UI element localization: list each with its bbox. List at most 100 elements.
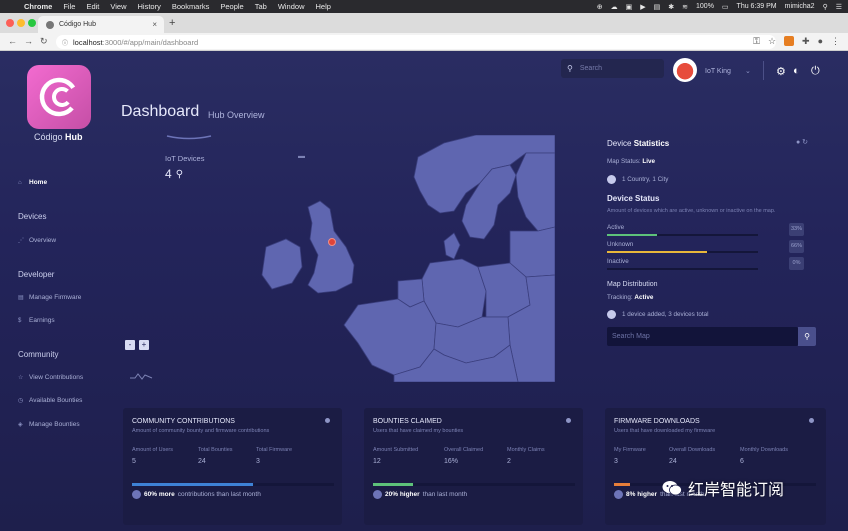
card-title: COMMUNITY CONTRIBUTIONS	[132, 418, 235, 425]
device-statistics-title: Device Statistics	[607, 139, 670, 148]
card-footer: 20% higher than last month	[373, 490, 467, 499]
trend-icon	[132, 490, 141, 499]
minimize-window-button[interactable]	[17, 19, 25, 27]
map-region-gb	[307, 200, 355, 294]
key-icon[interactable]: ⚿	[753, 36, 760, 47]
flag-icon[interactable]: ▤	[654, 3, 661, 11]
device-status-desc: Amount of devices which are active, unkn…	[607, 208, 776, 214]
card-progress-bar	[373, 483, 575, 486]
codigo-logo[interactable]	[27, 65, 91, 129]
menu-view[interactable]: View	[110, 2, 126, 11]
stat-label: My Firmware	[614, 447, 646, 453]
star-outline-icon: ☆	[18, 375, 24, 381]
menu-edit[interactable]: Edit	[86, 2, 99, 11]
map-search-input[interactable]: Search Map	[607, 327, 798, 346]
menu-people[interactable]: People	[220, 2, 243, 11]
profile-icon[interactable]: ●	[818, 36, 823, 47]
card-menu-icon[interactable]	[325, 418, 330, 423]
info-icon[interactable]: ⓘ	[62, 38, 68, 47]
sidebar-item-available-bounties[interactable]: ◷ Available Bounties	[18, 397, 82, 404]
new-tab-button[interactable]: +	[169, 17, 175, 29]
zoom-in-button[interactable]: +	[139, 340, 149, 350]
browser-tab[interactable]: Código Hub ×	[38, 16, 164, 33]
close-tab-icon[interactable]: ×	[152, 20, 157, 29]
search-icon: ⚲	[567, 64, 573, 73]
page-title: Dashboard	[121, 103, 200, 120]
maximize-window-button[interactable]	[28, 19, 36, 27]
chevron-down-icon[interactable]: ⌄	[745, 67, 751, 75]
device-map[interactable]	[248, 135, 555, 382]
stat-label: Monthly Claims	[507, 447, 545, 453]
power-icon[interactable]: ⏻	[811, 65, 820, 78]
stats-settings-icon[interactable]: ● ↻	[796, 138, 808, 146]
status-inactive-label: Inactive	[607, 258, 629, 265]
search-input[interactable]: ⚲ Search	[561, 59, 664, 78]
status-icon[interactable]: ⊕	[597, 3, 603, 11]
url-bar[interactable]: ⓘ localhost:3000/#/app/main/dashboard	[56, 35, 776, 49]
status-unknown-bar	[607, 251, 758, 253]
map-region-denmark	[443, 232, 461, 260]
page-subtitle: Hub Overview	[208, 110, 265, 120]
card-community-contributions: COMMUNITY CONTRIBUTIONS Amount of commun…	[123, 408, 342, 525]
trend-icon	[373, 490, 382, 499]
sidebar-item-manage-bounties[interactable]: ◈ Manage Bounties	[18, 421, 80, 428]
menu-list-icon[interactable]: ☰	[836, 3, 842, 11]
battery-icon[interactable]: ▭	[722, 3, 729, 11]
stat-label: Amount of Users	[132, 447, 173, 453]
sidebar-item-overview[interactable]: ⋰ Overview	[18, 237, 56, 244]
card-menu-icon[interactable]	[809, 418, 814, 423]
spotlight-icon[interactable]: ⚲	[823, 3, 828, 11]
card-bounties-claimed: BOUNTIES CLAIMED Users that have claimed…	[364, 408, 583, 525]
avatar[interactable]	[673, 58, 697, 82]
forward-icon[interactable]: →	[24, 36, 33, 46]
back-icon[interactable]: ←	[8, 36, 17, 46]
help-icon[interactable]: ◐	[793, 65, 800, 77]
brand-name: Código Hub	[34, 132, 83, 142]
reload-icon[interactable]: ↻	[40, 36, 48, 47]
status-unknown-pct: 66%	[789, 240, 804, 253]
close-window-button[interactable]	[6, 19, 14, 27]
zoom-out-button[interactable]: -	[125, 340, 135, 350]
puzzle-icon[interactable]: ✚	[802, 36, 810, 47]
trend-icon	[614, 490, 623, 499]
menu-help[interactable]: Help	[316, 2, 331, 11]
star-icon[interactable]: ☆	[768, 36, 776, 47]
url-path: :3000/#/app/main/dashboard	[102, 37, 199, 47]
status-active-pct: 33%	[789, 223, 804, 236]
sidebar-item-home[interactable]: ⌂ Home	[18, 179, 47, 186]
status-active-bar	[607, 234, 758, 236]
card-subtitle: Amount of community bounty and firmware …	[132, 428, 270, 434]
card-menu-icon[interactable]	[566, 418, 571, 423]
menu-bookmarks[interactable]: Bookmarks	[172, 2, 210, 11]
sidebar-item-manage-firmware[interactable]: ▤ Manage Firmware	[18, 294, 81, 301]
wifi-icon[interactable]: ≋	[682, 3, 688, 11]
dollar-icon: $	[18, 317, 22, 324]
location-summary: 1 Country, 1 City	[607, 175, 668, 184]
gear-icon[interactable]: ⚙	[776, 65, 786, 78]
menu-tab[interactable]: Tab	[255, 2, 267, 11]
more-icon[interactable]: ⋮	[831, 36, 840, 47]
home-icon: ⌂	[18, 179, 22, 186]
extension-icon[interactable]	[784, 36, 795, 46]
user-name[interactable]: IoT King	[705, 68, 731, 75]
wechat-logo-icon	[662, 481, 682, 496]
stat-label: Overall Downloads	[669, 447, 716, 453]
cloud-icon[interactable]: ☁	[611, 3, 618, 11]
map-search-button[interactable]: ⚲	[798, 327, 816, 346]
bluetooth-icon[interactable]: ✱	[668, 3, 674, 11]
clock[interactable]: Thu 6:39 PM	[737, 3, 777, 10]
iot-devices-label: IoT Devices	[165, 154, 205, 163]
menu-history[interactable]: History	[138, 2, 161, 11]
stat-value: 16%	[444, 458, 459, 465]
device-icon	[607, 310, 616, 319]
sidebar-item-view-contributions[interactable]: ☆ View Contributions	[18, 374, 83, 381]
menubar-user[interactable]: mimicha2	[785, 3, 815, 10]
card-firmware-downloads: FIRMWARE DOWNLOADS Users that have downl…	[605, 408, 826, 525]
menu-file[interactable]: File	[63, 2, 75, 11]
video-icon[interactable]: ▶	[640, 3, 645, 11]
sidebar-item-earnings[interactable]: $ Earnings	[18, 317, 55, 324]
menu-app[interactable]: Chrome	[24, 2, 52, 11]
menu-window[interactable]: Window	[278, 2, 305, 11]
location-pin-icon	[607, 175, 616, 184]
app-icon[interactable]: ▣	[626, 3, 633, 11]
